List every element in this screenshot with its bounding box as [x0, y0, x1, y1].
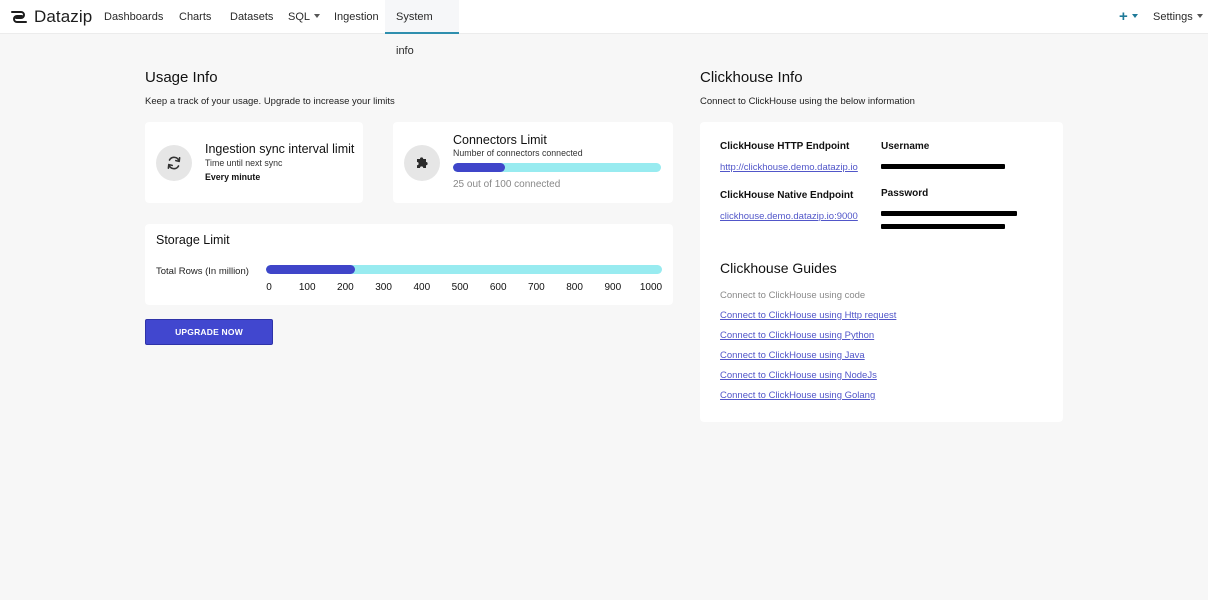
connectors-card-subtitle: Number of connectors connected: [453, 148, 583, 158]
password-label: Password: [881, 188, 929, 199]
nav-sql-label: SQL: [288, 11, 311, 23]
sync-interval-card: Ingestion sync interval limit Time until…: [145, 122, 363, 203]
guide-link-python[interactable]: Connect to ClickHouse using Python: [720, 330, 874, 341]
connectors-progress-track: [453, 163, 661, 172]
connectors-limit-card: Connectors Limit Number of connectors co…: [393, 122, 673, 203]
storage-tick-label: 300: [375, 282, 392, 293]
http-endpoint-label: ClickHouse HTTP Endpoint: [720, 141, 850, 152]
http-endpoint-link[interactable]: http://clickhouse.demo.datazip.io: [720, 162, 858, 173]
chevron-down-icon: [1196, 14, 1203, 19]
upgrade-now-button[interactable]: UPGRADE NOW: [145, 319, 273, 345]
sync-icon: [167, 156, 181, 170]
sync-icon-circle: [156, 145, 192, 181]
redacted-password-line-1: [881, 211, 1017, 216]
storage-tick-label: 600: [489, 282, 507, 293]
guide-link-http[interactable]: Connect to ClickHouse using Http request: [720, 310, 896, 321]
brand-name: Datazip: [34, 7, 93, 26]
clickhouse-info-subtitle: Connect to ClickHouse using the below in…: [700, 96, 915, 107]
storage-progress-fill: [266, 265, 355, 274]
storage-tick-label: 700: [528, 282, 545, 293]
sync-card-subtitle: Time until next sync: [205, 158, 283, 168]
settings-menu[interactable]: Settings: [1153, 0, 1203, 34]
nav-sql[interactable]: SQL: [288, 0, 321, 34]
connectors-card-title: Connectors Limit: [453, 133, 547, 147]
puzzle-icon-circle: [404, 145, 440, 181]
sync-card-value: Every minute: [205, 172, 261, 182]
native-endpoint-link[interactable]: clickhouse.demo.datazip.io:9000: [720, 211, 858, 222]
guides-intro-text: Connect to ClickHouse using code: [720, 290, 866, 301]
plus-icon: +: [1119, 8, 1128, 25]
nav-dashboards[interactable]: Dashboards: [104, 0, 163, 34]
guide-link-nodejs[interactable]: Connect to ClickHouse using NodeJs: [720, 370, 877, 381]
storage-tick-label: 0: [266, 282, 272, 293]
brand-logo[interactable]: Datazip: [10, 6, 92, 28]
storage-progress-track: [266, 265, 662, 274]
guide-link-golang[interactable]: Connect to ClickHouse using Golang: [720, 390, 875, 401]
storage-tick-label: 800: [566, 282, 583, 293]
nav-ingestion[interactable]: Ingestion: [334, 0, 379, 34]
nav-datasets[interactable]: Datasets: [230, 0, 273, 34]
redacted-password-line-2: [881, 224, 1005, 229]
clickhouse-info-title: Clickhouse Info: [700, 69, 803, 86]
storage-tick-label: 900: [604, 282, 622, 293]
settings-label: Settings: [1153, 11, 1193, 23]
storage-tick-label: 100: [298, 282, 316, 293]
puzzle-icon: [417, 157, 428, 168]
top-navbar: Datazip Dashboards Charts Datasets SQL I…: [0, 0, 1208, 57]
chevron-down-icon: [1131, 14, 1138, 19]
connectors-status-text: 25 out of 100 connected: [453, 179, 561, 190]
storage-tick-label: 500: [451, 282, 469, 293]
datazip-logo-icon: [11, 11, 27, 23]
connectors-progress-fill: [453, 163, 505, 172]
storage-tick-label: 200: [337, 282, 354, 293]
clickhouse-guides-title: Clickhouse Guides: [720, 260, 837, 276]
clickhouse-info-card: ClickHouse HTTP Endpoint http://clickhou…: [700, 122, 1063, 422]
add-menu-button[interactable]: +: [1119, 0, 1138, 34]
nav-charts[interactable]: Charts: [179, 0, 211, 34]
sync-card-title: Ingestion sync interval limit: [205, 142, 355, 156]
guide-link-java[interactable]: Connect to ClickHouse using Java: [720, 350, 865, 361]
username-label: Username: [881, 141, 930, 152]
storage-card-title: Storage Limit: [156, 233, 230, 247]
usage-info-title: Usage Info: [145, 69, 218, 86]
chevron-down-icon: [314, 14, 321, 19]
storage-limit-card: Storage Limit Total Rows (In million) 0 1…: [145, 224, 673, 305]
storage-tick-label: 400: [413, 282, 431, 293]
native-endpoint-label: ClickHouse Native Endpoint: [720, 190, 854, 201]
redacted-username: [881, 164, 1005, 169]
storage-tick-label: 1000: [639, 282, 663, 293]
usage-info-subtitle: Keep a track of your usage. Upgrade to i…: [145, 96, 395, 107]
storage-rows-label: Total Rows (In million): [156, 266, 249, 277]
nav-system-info[interactable]: System info: [385, 0, 459, 57]
